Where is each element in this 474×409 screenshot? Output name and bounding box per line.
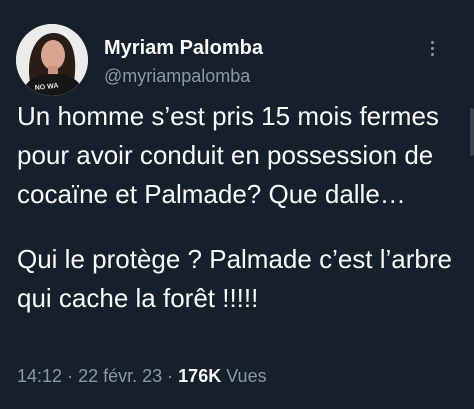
- tweet-paragraph-1: Un homme s’est pris 15 mois fermes pour …: [17, 101, 439, 209]
- tweet-text: Un homme s’est pris 15 mois fermes pour …: [17, 97, 457, 318]
- tweet-paragraph-2: Qui le protège ? Palmade c’est l’arbre q…: [17, 244, 453, 313]
- author-name[interactable]: Myriam Palomba: [104, 36, 263, 60]
- more-horizontal-icon[interactable]: [422, 34, 442, 62]
- author-handle[interactable]: @myriampalomba: [104, 65, 250, 87]
- scrollbar[interactable]: [470, 108, 474, 156]
- tweet-card: NO WA Myriam Palomba @myriampalomba Un h…: [0, 0, 474, 409]
- avatar[interactable]: NO WA: [16, 24, 88, 96]
- tweet-time[interactable]: 14:12: [17, 366, 62, 386]
- views-label: Vues: [226, 366, 267, 386]
- views-count[interactable]: 176K: [178, 366, 221, 386]
- avatar-photo: NO WA: [16, 24, 88, 96]
- meta-separator: ·: [67, 366, 74, 386]
- tweet-date[interactable]: 22 févr. 23: [78, 366, 162, 386]
- meta-separator: ·: [167, 366, 174, 386]
- tweet-meta: 14:12 · 22 févr. 23 · 176K Vues: [17, 364, 267, 388]
